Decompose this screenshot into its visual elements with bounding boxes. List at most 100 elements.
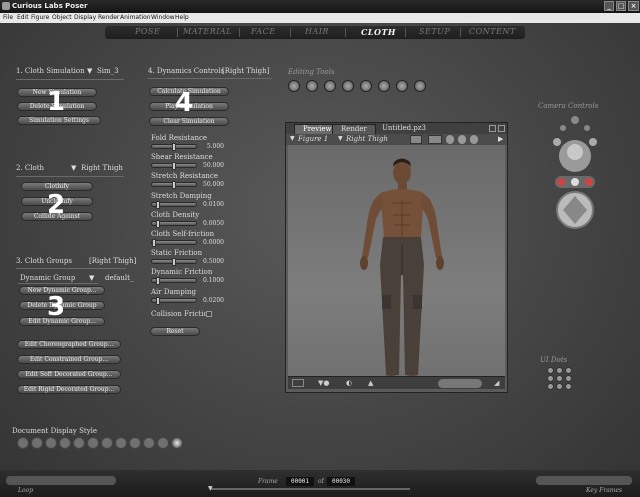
translate-icon[interactable]: [324, 80, 336, 92]
timeline-slider[interactable]: [210, 488, 410, 490]
lighting-dropdown-icon[interactable]: ▼●: [318, 379, 330, 387]
ui-dot[interactable]: [556, 367, 563, 374]
param-value[interactable]: 0.5000: [188, 258, 224, 265]
current-frame-field[interactable]: 00001: [286, 477, 314, 486]
close-button[interactable]: ×: [628, 1, 639, 11]
figure-selector-arrow[interactable]: ▼: [290, 135, 295, 142]
preview-close-icon[interactable]: [498, 125, 505, 132]
taper-icon[interactable]: [378, 80, 390, 92]
outline-style-icon[interactable]: [31, 437, 43, 449]
timeline-knob[interactable]: ▼: [208, 485, 213, 492]
tracking-icon[interactable]: [470, 135, 478, 144]
preview-options-icon[interactable]: [489, 125, 496, 132]
flat-lined-style-icon[interactable]: [101, 437, 113, 449]
slider-knob[interactable]: [156, 219, 160, 228]
shadow-icon[interactable]: ◐: [346, 379, 352, 387]
flat-shaded-style-icon[interactable]: [87, 437, 99, 449]
menu-animation[interactable]: Animation: [120, 14, 151, 21]
ui-dot[interactable]: [547, 367, 554, 374]
slider-knob[interactable]: [172, 143, 176, 151]
menu-render[interactable]: Render: [98, 14, 119, 21]
tab-material[interactable]: MATERIAL: [183, 27, 232, 36]
smooth-shaded-style-icon[interactable]: [143, 437, 155, 449]
part-selector-arrow[interactable]: ▼: [338, 135, 343, 142]
ui-dot[interactable]: [556, 375, 563, 382]
menu-window[interactable]: Window: [151, 14, 175, 21]
wireframe-style-icon[interactable]: [45, 437, 57, 449]
menu-help[interactable]: Help: [175, 14, 189, 21]
slider-knob[interactable]: [156, 200, 160, 209]
ground-icon[interactable]: ▲: [368, 379, 373, 387]
slider-knob[interactable]: [152, 239, 156, 247]
magnify-icon[interactable]: [396, 80, 408, 92]
param-value[interactable]: 0.0200: [188, 297, 224, 304]
tab-render[interactable]: Render: [332, 124, 376, 134]
3d-viewport[interactable]: [288, 145, 505, 389]
cloth-dropdown-arrow[interactable]: ▼: [71, 164, 76, 172]
param-value[interactable]: 50.000: [188, 181, 224, 188]
scale-icon[interactable]: [360, 80, 372, 92]
ui-dot[interactable]: [547, 383, 554, 390]
slider-knob[interactable]: [172, 258, 176, 267]
simulation-selector[interactable]: Sim_3: [97, 67, 119, 75]
param-value[interactable]: 5.000: [188, 143, 224, 150]
menu-figure[interactable]: Figure: [31, 14, 49, 21]
edit-soft-decorated-group-button[interactable]: Edit Soft Decorated Group...: [17, 370, 121, 379]
ui-dot[interactable]: [565, 375, 572, 382]
figure-selector[interactable]: Figure 1: [298, 135, 328, 143]
ui-dot[interactable]: [565, 367, 572, 374]
twist-icon[interactable]: [306, 80, 318, 92]
rotate-icon[interactable]: [288, 80, 300, 92]
param-value[interactable]: 50.000: [188, 162, 224, 169]
param-value[interactable]: 0.1000: [188, 277, 224, 284]
direct-manipulation-icon[interactable]: [414, 80, 426, 92]
param-value[interactable]: 0.0100: [188, 201, 224, 208]
display-grid-icon[interactable]: [292, 379, 304, 387]
collision-friction-checkbox[interactable]: [206, 311, 212, 317]
tab-hair[interactable]: HAIR: [305, 27, 329, 36]
group-name-selector[interactable]: default_: [105, 274, 133, 282]
param-value[interactable]: 0.0000: [188, 239, 224, 246]
cartoon-style-icon[interactable]: [115, 437, 127, 449]
param-value[interactable]: 0.0050: [188, 220, 224, 227]
camera-controls-widget[interactable]: [535, 112, 615, 242]
element-style-icon[interactable]: [458, 135, 466, 144]
display-style-icon[interactable]: [428, 135, 442, 144]
tab-pose[interactable]: POSE: [135, 27, 160, 36]
total-frames-field[interactable]: 00030: [327, 477, 355, 486]
menu-object[interactable]: Object: [52, 14, 72, 21]
menu-file[interactable]: File: [3, 14, 13, 21]
slider-knob[interactable]: [172, 181, 176, 190]
texture-shaded-style-icon[interactable]: [171, 437, 183, 449]
scroll-right-icon[interactable]: ▶: [498, 135, 503, 143]
tab-content[interactable]: CONTENT: [469, 27, 516, 36]
color-chips[interactable]: [438, 379, 482, 388]
camera-view-icon[interactable]: [410, 135, 422, 144]
menu-display[interactable]: Display: [74, 14, 96, 21]
edit-choreographed-group-button[interactable]: Edit Choreographed Group...: [17, 340, 121, 349]
tab-setup[interactable]: SETUP: [419, 27, 450, 36]
simulation-settings-button[interactable]: Simulation Settings: [17, 116, 101, 125]
lit-wireframe-style-icon[interactable]: [73, 437, 85, 449]
minimize-button[interactable]: _: [604, 1, 614, 11]
ui-dot[interactable]: [565, 383, 572, 390]
translate-in-out-icon[interactable]: [342, 80, 354, 92]
ui-dot[interactable]: [547, 375, 554, 382]
figure-style-icon[interactable]: [446, 135, 454, 144]
group-type-dropdown-arrow[interactable]: ▼: [89, 274, 94, 282]
edit-rigid-decorated-group-button[interactable]: Edit Rigid Decorated Group...: [17, 385, 121, 394]
hidden-line-style-icon[interactable]: [59, 437, 71, 449]
cloth-selector[interactable]: Right Thigh: [81, 164, 123, 172]
menu-edit[interactable]: Edit: [17, 14, 29, 21]
tab-cloth[interactable]: CLOTH: [361, 27, 396, 37]
group-type-dropdown[interactable]: Dynamic Group: [20, 274, 75, 282]
simulation-dropdown-arrow[interactable]: ▼: [87, 67, 92, 75]
slider-knob[interactable]: [156, 296, 160, 305]
slider-knob[interactable]: [156, 277, 160, 286]
slider-knob[interactable]: [172, 162, 176, 171]
silhouette-style-icon[interactable]: [17, 437, 29, 449]
playback-buttons[interactable]: [6, 476, 116, 485]
smooth-lined-style-icon[interactable]: [157, 437, 169, 449]
resize-handle-icon[interactable]: ◢: [494, 379, 499, 387]
part-selector[interactable]: Right Thigh: [346, 135, 388, 143]
